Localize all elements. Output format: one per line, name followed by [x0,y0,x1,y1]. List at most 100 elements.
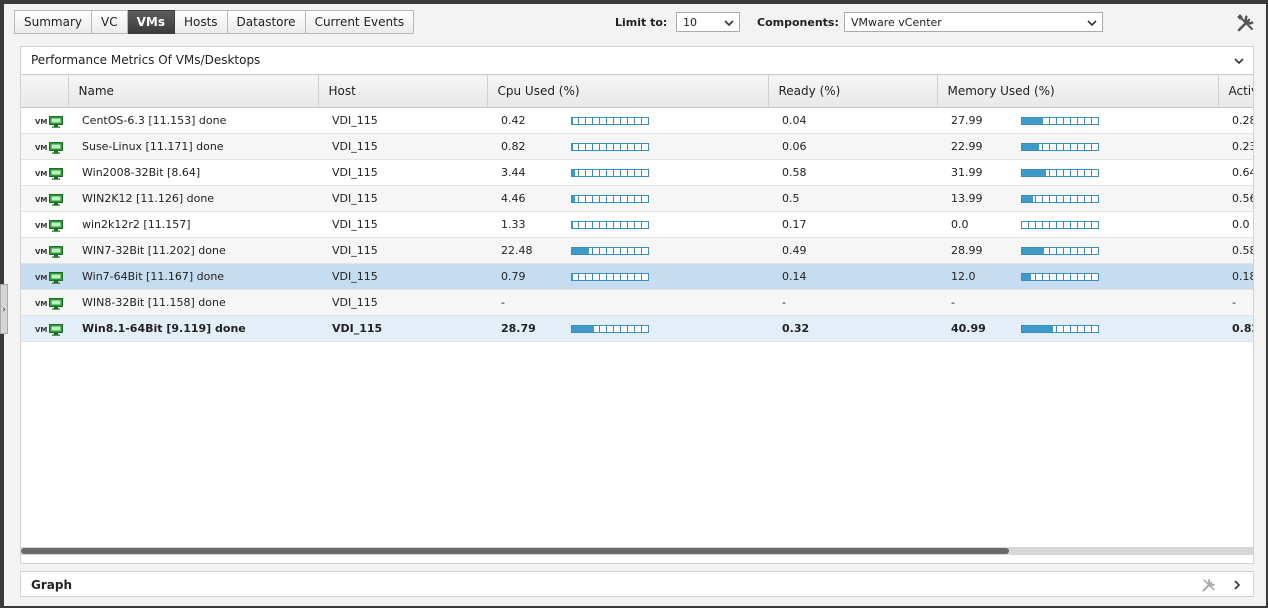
column-header[interactable]: Activ [1218,74,1253,108]
wrench-screwdriver-icon[interactable] [1201,577,1217,593]
limit-select[interactable]: 10 [676,12,740,32]
table-row[interactable]: VM WIN2K12 [11.126] done VDI_115 4.46 0.5 13.… [21,185,1253,212]
active-value: 0.82 [1218,315,1253,342]
ready-value: 0.5 [768,185,937,212]
ready-value: 0.14 [768,263,937,290]
tab-current-events[interactable]: Current Events [305,10,415,34]
usage-bar [571,247,649,255]
memory-used-value: 0.0 [951,218,969,231]
usage-bar [1021,169,1099,177]
column-header[interactable]: Host [318,74,488,108]
tab-summary[interactable]: Summary [14,10,92,34]
performance-metrics-panel: Performance Metrics Of VMs/Desktops Name… [20,46,1254,564]
usage-bar [571,117,649,125]
table-row[interactable]: VM Win2008-32Bit [8.64] VDI_115 3.44 0.58 31.… [21,159,1253,186]
active-value: 0.23 [1218,133,1253,160]
ready-value: 0.49 [768,237,937,264]
vm-icon-label: VM [35,299,48,308]
ready-value: 0.58 [768,159,937,186]
vm-name: Suse-Linux [11.171] done [68,133,318,160]
usage-bar-fill [1022,196,1033,202]
vm-monitor-icon: VM [35,271,64,284]
usage-bar [1021,247,1099,255]
memory-used-cell: 22.99 [937,133,1218,160]
vm-name: Win2008-32Bit [8.64] [68,159,318,186]
ready-value: 0.17 [768,211,937,238]
vm-monitor-icon: VM [35,193,64,206]
panel-header: Performance Metrics Of VMs/Desktops [21,47,1253,75]
memory-used-cell: 13.99 [937,185,1218,212]
scrollbar-thumb[interactable] [21,548,1009,554]
vm-icon-label: VM [35,247,48,256]
memory-used-cell: 31.99 [937,159,1218,186]
vm-icon-label: VM [35,273,48,282]
monitor-icon [49,115,64,128]
app-window: Summary VC VMs Hosts Datastore Current Events… [4,4,1266,606]
usage-bar-fill [1022,274,1032,280]
ready-value: 0.04 [768,107,937,134]
monitor-icon [49,219,64,232]
cpu-used-value: 28.79 [501,322,536,335]
cpu-used-cell: 0.42 [487,107,768,134]
tab-datastore[interactable]: Datastore [227,10,306,34]
cpu-used-cell: 28.79 [487,315,768,342]
table-row[interactable]: VM WIN7-32Bit [11.202] done VDI_115 22.48 0.… [21,237,1253,264]
ready-value: 0.06 [768,133,937,160]
usage-bar-fill [572,170,575,176]
cpu-used-cell: 4.46 [487,185,768,212]
vm-icon-cell: VM [21,159,68,186]
tab-vms[interactable]: VMs [127,10,175,34]
active-value: - [1218,289,1253,316]
memory-used-value: 28.99 [951,244,983,257]
column-header[interactable]: Cpu Used (%) [487,74,769,108]
table-row[interactable]: VM Suse-Linux [11.171] done VDI_115 0.82 0.0… [21,133,1253,160]
cpu-used-cell: 22.48 [487,237,768,264]
memory-used-cell: 27.99 [937,107,1218,134]
monitor-icon [49,193,64,206]
column-header[interactable]: Name [68,74,319,108]
table-row[interactable]: VM Win7-64Bit [11.167] done VDI_115 0.79 0.1… [21,263,1253,290]
vm-name: WIN8-32Bit [11.158] done [68,289,318,316]
usage-bar [1021,273,1099,281]
vm-host: VDI_115 [318,263,487,290]
tab-hosts[interactable]: Hosts [174,10,228,34]
vm-host: VDI_115 [318,185,487,212]
monitor-icon [49,167,64,180]
vm-host: VDI_115 [318,159,487,186]
cpu-used-cell: 3.44 [487,159,768,186]
usage-bar-fill [572,248,590,254]
horizontal-scrollbar[interactable] [21,547,1253,555]
column-header[interactable]: Ready (%) [768,74,938,108]
vm-host: VDI_115 [318,289,487,316]
usage-bar [1021,325,1099,333]
side-panel-toggle[interactable]: › [0,284,8,334]
chevron-down-icon[interactable] [1233,55,1245,67]
usage-bar-fill [572,144,573,150]
memory-used-cell: 28.99 [937,237,1218,264]
memory-used-value: - [951,296,955,309]
column-header[interactable]: Memory Used (%) [937,74,1219,108]
tab-vc[interactable]: VC [92,10,128,34]
components-label: Components: [757,16,839,29]
table-row[interactable]: VM CentOS-6.3 [11.153] done VDI_115 0.42 0.0… [21,107,1253,134]
table-row[interactable]: VM win2k12r2 [11.157] VDI_115 1.33 0.17 0.0 0.… [21,211,1253,238]
wrench-screwdriver-icon[interactable] [1236,13,1256,33]
column-header[interactable] [21,74,69,108]
chevron-down-icon [1087,20,1097,27]
vm-name: Win8.1-64Bit [9.119] done [68,315,318,342]
table-row[interactable]: VM WIN8-32Bit [11.158] done VDI_115 - - - - [21,289,1253,316]
usage-bar [1021,143,1099,151]
monitor-icon [49,141,64,154]
components-select[interactable]: VMware vCenter [844,12,1103,32]
chevron-right-icon[interactable] [1231,579,1243,591]
vm-icon-label: VM [35,117,48,126]
usage-bar [1021,221,1099,229]
table-row[interactable]: VM Win8.1-64Bit [9.119] done VDI_115 28.79 0… [21,315,1253,342]
cpu-used-value: 3.44 [501,166,526,179]
cpu-used-cell: 0.82 [487,133,768,160]
limit-value: 10 [683,16,697,29]
memory-used-value: 40.99 [951,322,986,335]
memory-used-value: 22.99 [951,140,983,153]
monitor-icon [49,323,64,336]
vm-host: VDI_115 [318,237,487,264]
